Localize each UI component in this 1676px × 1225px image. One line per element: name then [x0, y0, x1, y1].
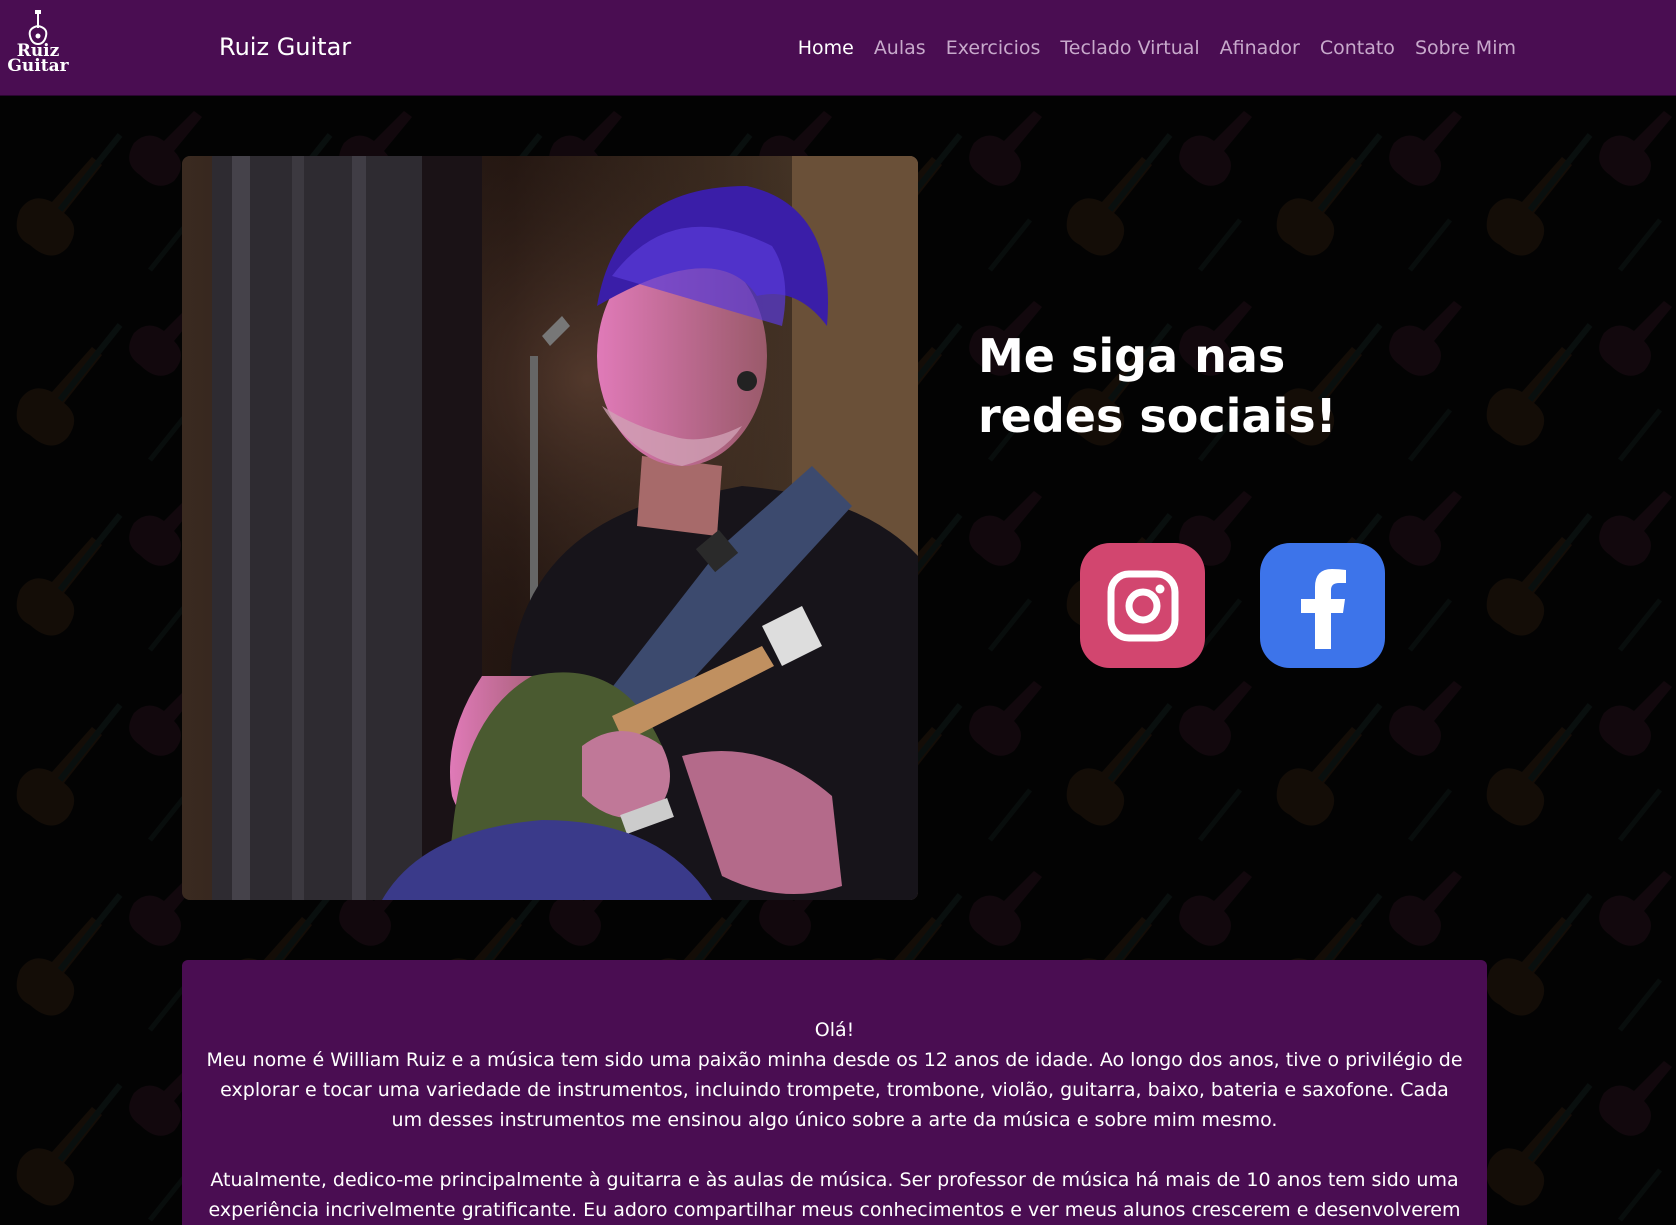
- navbar: Ruiz Guitar Ruiz Guitar Home Aulas Exerc…: [0, 0, 1676, 96]
- instagram-button[interactable]: [1080, 543, 1205, 668]
- about-paragraph-2: Atualmente, dedico-me principalmente à g…: [208, 1169, 1461, 1221]
- nav-menu: Home Aulas Exercicios Teclado Virtual Af…: [798, 37, 1516, 59]
- about-paragraph-1: Meu nome é William Ruiz e a música tem s…: [206, 1049, 1463, 1131]
- brand-logo[interactable]: Ruiz Guitar: [6, 10, 70, 86]
- nav-item-contato[interactable]: Contato: [1320, 37, 1395, 59]
- nav-item-home[interactable]: Home: [798, 37, 854, 59]
- guitarist-photo: [182, 156, 918, 900]
- about-greeting: Olá!: [814, 1019, 855, 1041]
- about-card: Olá! Meu nome é William Ruiz e a música …: [182, 960, 1487, 1225]
- facebook-button[interactable]: [1260, 543, 1385, 668]
- instagram-icon: [1107, 570, 1178, 641]
- nav-item-exercicios[interactable]: Exercicios: [946, 37, 1041, 59]
- facebook-icon: [1300, 568, 1346, 649]
- nav-item-afinador[interactable]: Afinador: [1220, 37, 1300, 59]
- nav-item-sobre-mim[interactable]: Sobre Mim: [1415, 37, 1516, 59]
- logo-text-line2: Guitar: [7, 56, 69, 76]
- nav-item-aulas[interactable]: Aulas: [874, 37, 926, 59]
- nav-item-teclado-virtual[interactable]: Teclado Virtual: [1060, 37, 1199, 59]
- brand-name[interactable]: Ruiz Guitar: [219, 33, 351, 61]
- social-title: Me siga nas redes sociais!: [978, 329, 1337, 443]
